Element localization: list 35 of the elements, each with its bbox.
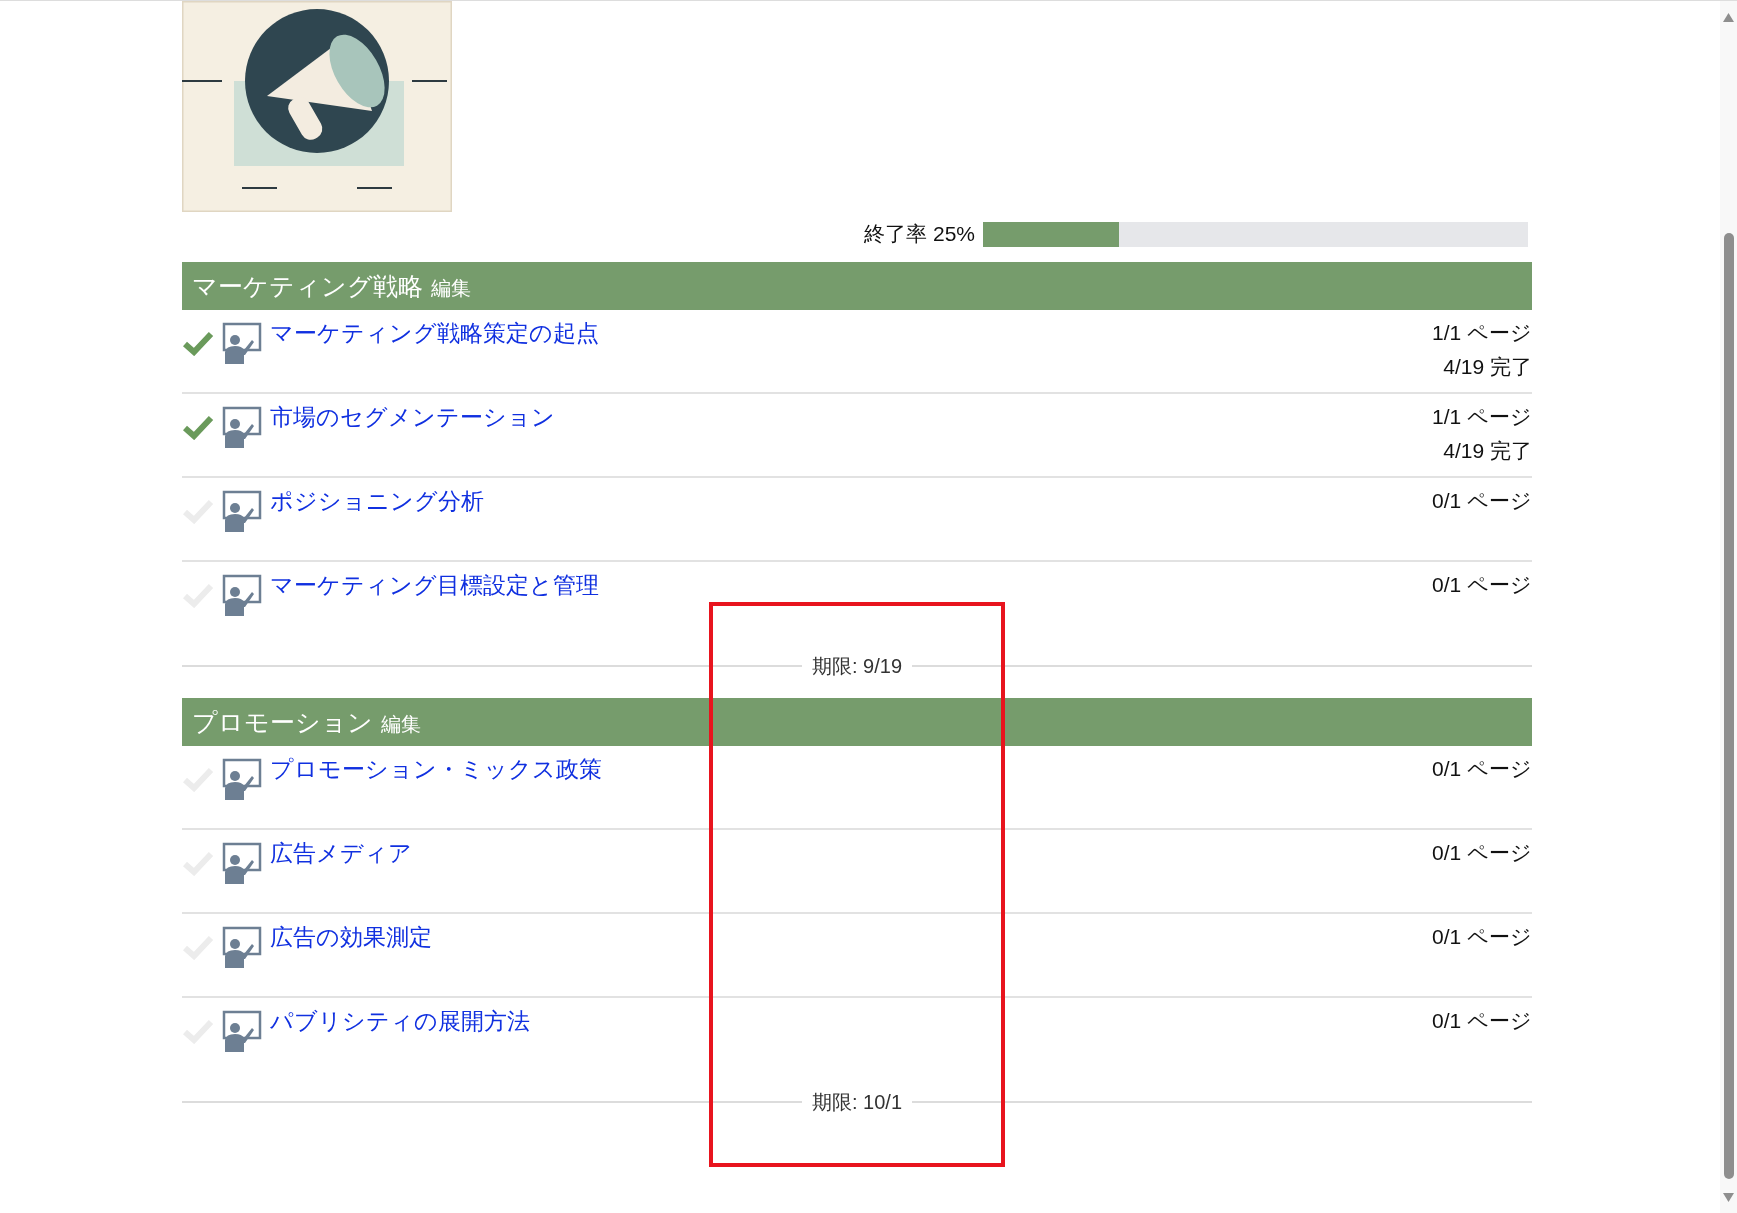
page-count: 0/1 ページ xyxy=(1431,756,1532,782)
page-count: 0/1 ページ xyxy=(1431,572,1532,598)
page-count: 1/1 ページ xyxy=(1431,404,1532,430)
lesson-link[interactable]: パブリシティの展開方法 xyxy=(270,1006,530,1036)
scroll-up-icon[interactable] xyxy=(1723,13,1734,22)
page-count: 0/1 ページ xyxy=(1431,1008,1532,1034)
page-count: 1/1 ページ xyxy=(1431,320,1532,346)
presentation-icon xyxy=(220,406,262,448)
lesson-link[interactable]: プロモーション・ミックス政策 xyxy=(270,754,602,784)
presentation-icon xyxy=(220,322,262,364)
lesson-link[interactable]: 広告メディア xyxy=(270,838,412,868)
scrollbar-thumb[interactable] xyxy=(1724,233,1734,1179)
section-title: マーケティング戦略 xyxy=(192,270,423,302)
lesson-link[interactable]: 市場のセグメンテーション xyxy=(270,402,555,432)
lesson-link[interactable]: 広告の効果測定 xyxy=(270,922,432,952)
section-title: プロモーション xyxy=(192,706,373,738)
lesson-link[interactable]: マーケティング戦略策定の起点 xyxy=(270,318,599,348)
page-count: 0/1 ページ xyxy=(1431,488,1532,514)
lesson-link[interactable]: ポジショニング分析 xyxy=(270,486,484,516)
presentation-icon xyxy=(220,758,262,800)
presentation-icon xyxy=(220,574,262,616)
presentation-icon xyxy=(220,926,262,968)
page-count: 0/1 ページ xyxy=(1431,840,1532,866)
completion-date: 4/19 完了 xyxy=(1443,354,1532,380)
page-count: 0/1 ページ xyxy=(1431,924,1532,950)
presentation-icon xyxy=(220,842,262,884)
deadline-label: 期限: 9/19 xyxy=(811,653,904,679)
presentation-icon xyxy=(220,1010,262,1052)
lesson-link[interactable]: マーケティング目標設定と管理 xyxy=(270,570,599,600)
completion-date: 4/19 完了 xyxy=(1443,438,1532,464)
presentation-icon xyxy=(220,490,262,532)
deadline-label: 期限: 10/1 xyxy=(811,1089,904,1115)
completion-rate: 終了率 25% xyxy=(864,221,975,247)
scroll-down-icon[interactable] xyxy=(1723,1193,1734,1202)
scrollbar[interactable] xyxy=(1720,1,1737,1213)
